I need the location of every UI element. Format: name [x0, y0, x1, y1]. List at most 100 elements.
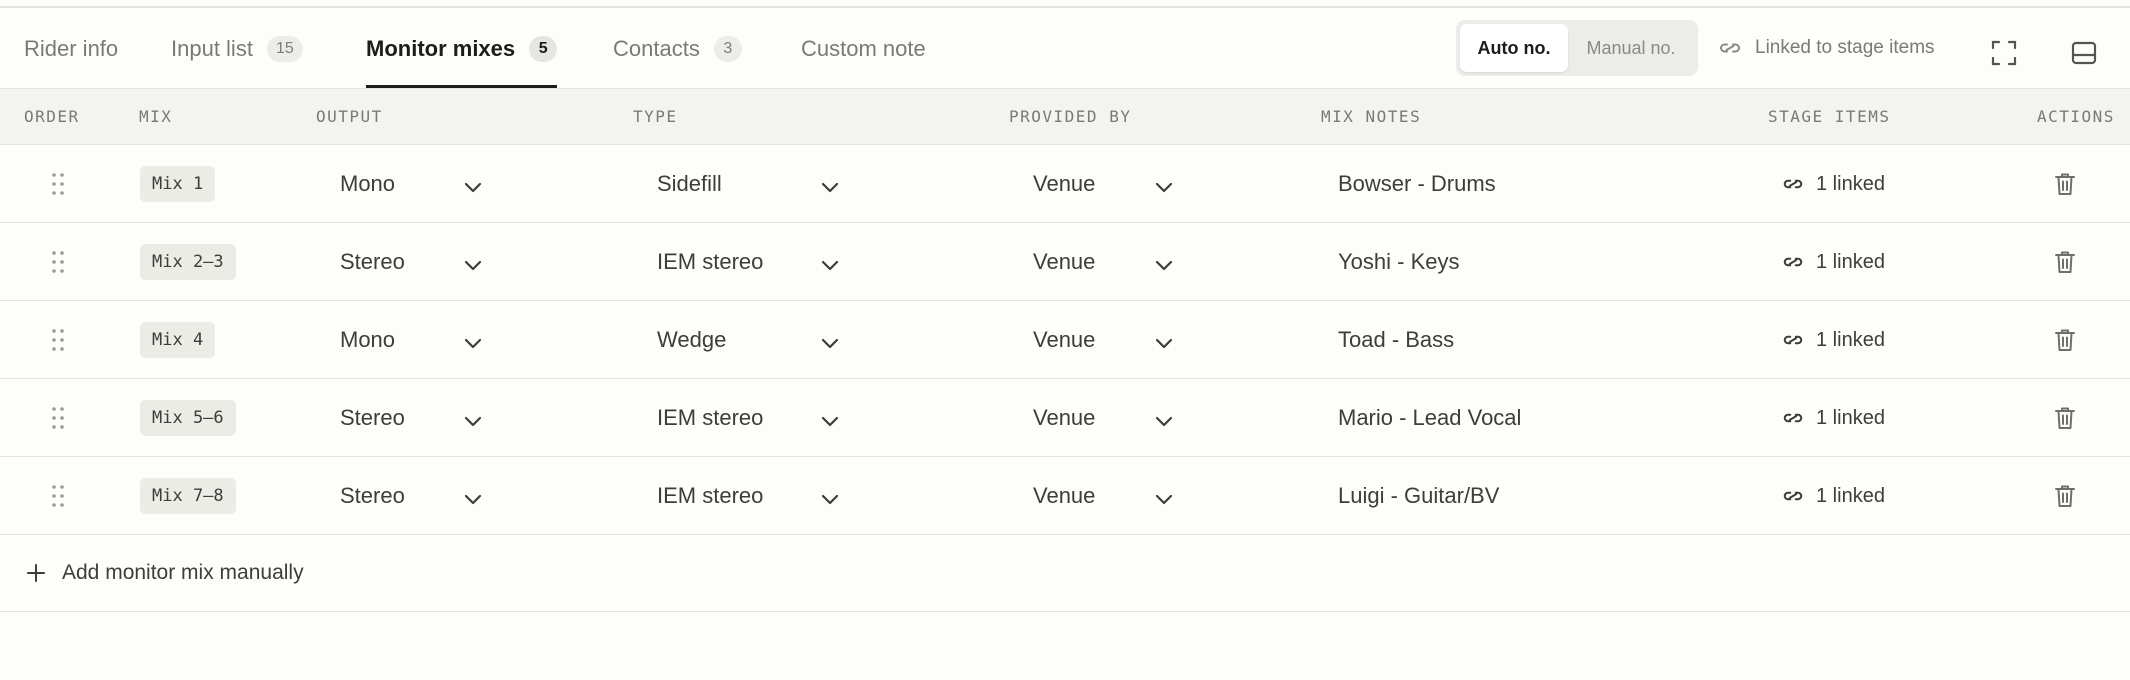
stage-items-link[interactable]: 1 linked	[1782, 301, 1885, 379]
type-value: IEM stereo	[657, 483, 764, 508]
add-monitor-mix-button[interactable]: Add monitor mix manually	[26, 534, 304, 612]
tab-label: Input list	[171, 35, 253, 61]
table-row: Mix 2–3 Stereo IEM stereo Venue Yoshi - Keys…	[0, 223, 2130, 301]
type-select[interactable]: IEM stereo	[657, 457, 839, 535]
type-select[interactable]: Sidefill	[657, 145, 839, 223]
column-header-provided-by: PROVIDED BY	[1009, 107, 1132, 126]
tab-monitor-mixes[interactable]: Monitor mixes 5	[366, 8, 558, 89]
add-button-label: Add monitor mix manually	[62, 561, 304, 584]
provided-by-select[interactable]: Venue	[1033, 457, 1173, 535]
column-header-stage-items: STAGE ITEMS	[1768, 107, 1891, 126]
mix-notes[interactable]: Luigi - Guitar/BV	[1338, 457, 1718, 535]
provided-by-value: Venue	[1033, 405, 1096, 430]
tab-count-badge: 3	[713, 35, 742, 62]
output-select[interactable]: Stereo	[340, 457, 482, 535]
chevron-down-icon	[464, 407, 482, 433]
mix-cell: Mix 5–6	[140, 379, 236, 457]
stage-items-link[interactable]: 1 linked	[1782, 457, 1885, 535]
type-select[interactable]: Wedge	[657, 301, 839, 379]
delete-icon[interactable]	[2050, 145, 2080, 223]
chevron-down-icon	[464, 329, 482, 355]
provided-by-select[interactable]: Venue	[1033, 379, 1173, 457]
output-select[interactable]: Stereo	[340, 223, 482, 301]
tab-label: Contacts	[613, 35, 700, 61]
delete-icon[interactable]	[2050, 379, 2080, 457]
provided-by-value: Venue	[1033, 171, 1096, 196]
add-row: Add monitor mix manually	[0, 534, 2130, 612]
manual-number-button[interactable]: Manual no.	[1568, 24, 1694, 72]
tab-custom-note[interactable]: Custom note	[801, 8, 926, 89]
column-header-type: TYPE	[633, 107, 678, 126]
stage-items-link[interactable]: 1 linked	[1782, 379, 1885, 457]
delete-icon[interactable]	[2050, 457, 2080, 535]
type-select[interactable]: IEM stereo	[657, 379, 839, 457]
mix-notes[interactable]: Yoshi - Keys	[1338, 223, 1718, 301]
tab-count-badge: 5	[529, 35, 558, 62]
output-select[interactable]: Mono	[340, 301, 482, 379]
output-select[interactable]: Mono	[340, 145, 482, 223]
link-icon	[1782, 254, 1816, 270]
chevron-down-icon	[1155, 485, 1173, 511]
panel-layout-icon[interactable]	[2069, 38, 2099, 68]
drag-handle-icon[interactable]	[46, 145, 70, 223]
column-header-mix-notes: MIX NOTES	[1321, 107, 1422, 126]
column-header-mix: MIX	[139, 107, 173, 126]
expand-icon[interactable]	[1989, 38, 2019, 68]
output-value: Stereo	[340, 405, 405, 430]
mix-cell: Mix 4	[140, 301, 216, 379]
provided-by-value: Venue	[1033, 249, 1096, 274]
stage-items-count: 1 linked	[1816, 328, 1885, 351]
stage-items-count: 1 linked	[1816, 406, 1885, 429]
mix-label: Mix 4	[140, 322, 216, 358]
delete-icon[interactable]	[2050, 223, 2080, 301]
link-icon	[1782, 332, 1816, 348]
type-value: IEM stereo	[657, 249, 764, 274]
mix-notes[interactable]: Bowser - Drums	[1338, 145, 1718, 223]
chevron-down-icon	[1155, 329, 1173, 355]
column-header-order: ORDER	[24, 107, 80, 126]
stage-items-link[interactable]: 1 linked	[1782, 223, 1885, 301]
output-value: Mono	[340, 171, 396, 196]
chevron-down-icon	[821, 173, 839, 199]
numbering-mode-toggle: Auto no. Manual no.	[1456, 20, 1698, 76]
mix-notes[interactable]: Toad - Bass	[1338, 301, 1718, 379]
drag-handle-icon[interactable]	[46, 301, 70, 379]
delete-icon[interactable]	[2050, 301, 2080, 379]
mix-label: Mix 5–6	[140, 400, 236, 436]
linked-to-stage-items-toggle[interactable]: Linked to stage items	[1718, 30, 1935, 66]
drag-handle-icon[interactable]	[46, 457, 70, 535]
mix-cell: Mix 2–3	[140, 223, 236, 301]
mix-label: Mix 7–8	[140, 478, 236, 514]
output-value: Stereo	[340, 249, 405, 274]
link-icon	[1782, 410, 1816, 426]
auto-number-button[interactable]: Auto no.	[1460, 24, 1568, 72]
plus-icon	[27, 564, 45, 582]
provided-by-select[interactable]: Venue	[1033, 223, 1173, 301]
chevron-down-icon	[821, 251, 839, 277]
chevron-down-icon	[464, 485, 482, 511]
stage-items-link[interactable]: 1 linked	[1782, 145, 1885, 223]
chevron-down-icon	[1155, 407, 1173, 433]
provided-by-select[interactable]: Venue	[1033, 145, 1173, 223]
provided-by-value: Venue	[1033, 327, 1096, 352]
mix-notes[interactable]: Mario - Lead Vocal	[1338, 379, 1718, 457]
type-select[interactable]: IEM stereo	[657, 223, 839, 301]
link-icon	[1782, 176, 1816, 192]
mix-cell: Mix 7–8	[140, 457, 236, 535]
type-value: Wedge	[657, 327, 727, 352]
output-select[interactable]: Stereo	[340, 379, 482, 457]
drag-handle-icon[interactable]	[46, 379, 70, 457]
provided-by-select[interactable]: Venue	[1033, 301, 1173, 379]
chevron-down-icon	[821, 407, 839, 433]
chevron-down-icon	[464, 173, 482, 199]
linked-toggle-label: Linked to stage items	[1755, 37, 1935, 58]
output-value: Stereo	[340, 483, 405, 508]
tab-rider-info[interactable]: Rider info	[24, 8, 118, 89]
chevron-down-icon	[821, 485, 839, 511]
link-icon	[1782, 488, 1816, 504]
drag-handle-icon[interactable]	[46, 223, 70, 301]
tab-contacts[interactable]: Contacts 3	[613, 8, 742, 89]
table-row: Mix 1 Mono Sidefill Venue Bowser - Drums 1 li…	[0, 145, 2130, 223]
tab-input-list[interactable]: Input list 15	[171, 8, 303, 89]
mix-cell: Mix 1	[140, 145, 216, 223]
